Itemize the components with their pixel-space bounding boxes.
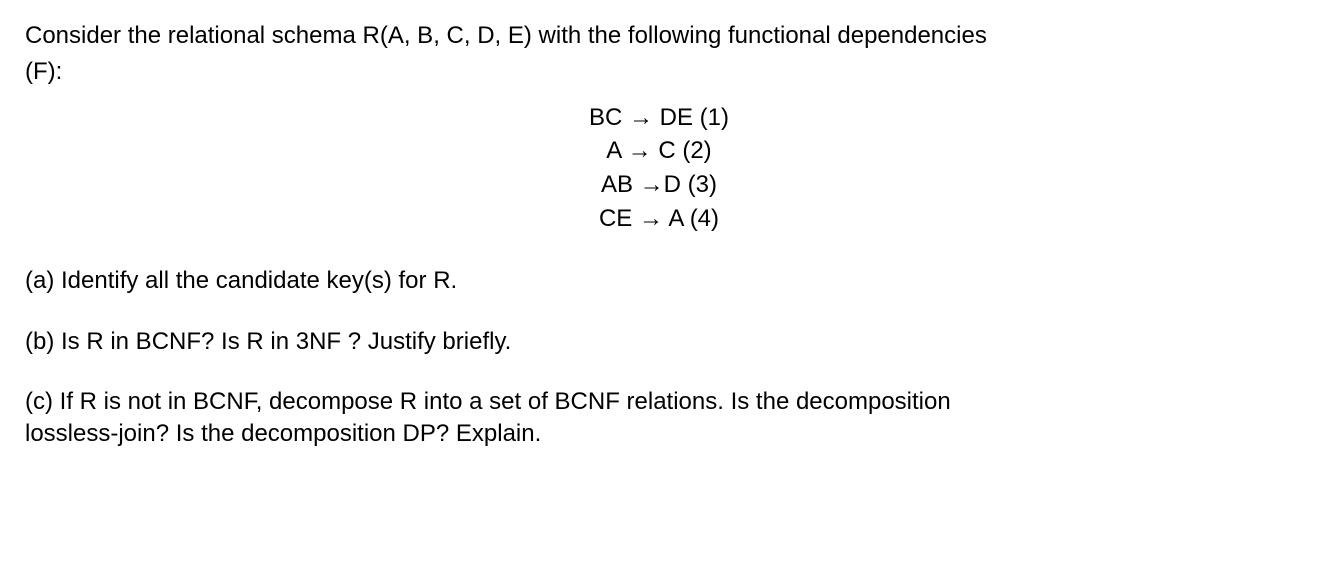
fd-4-lhs: CE	[599, 205, 632, 232]
fd-1: BC → DE (1)	[25, 101, 1293, 135]
functional-dependencies: BC → DE (1) A → C (2) AB →D (3) CE → A (…	[25, 101, 1293, 235]
fd-3: AB →D (3)	[25, 168, 1293, 202]
fd-2-rhs: C	[658, 137, 675, 164]
arrow-icon: →	[629, 101, 653, 135]
fd-4-num: (4)	[690, 205, 719, 232]
question-c-line-2: lossless-join? Is the decomposition DP? …	[25, 418, 1293, 450]
fd-1-num: (1)	[700, 104, 729, 131]
fd-3-lhs: AB	[601, 171, 633, 198]
fd-3-rhs: D	[664, 171, 681, 198]
intro-line-1: Consider the relational schema R(A, B, C…	[25, 20, 1293, 52]
question-c-line-1: (c) If R is not in BCNF, decompose R int…	[25, 386, 1293, 418]
intro-line-2: (F):	[25, 56, 1293, 88]
fd-1-rhs: DE	[660, 104, 693, 131]
fd-3-num: (3)	[688, 171, 717, 198]
question-b: (b) Is R in BCNF? Is R in 3NF ? Justify …	[25, 326, 1293, 358]
fd-2: A → C (2)	[25, 134, 1293, 168]
arrow-icon: →	[639, 202, 663, 236]
arrow-icon: →	[628, 134, 652, 168]
fd-2-num: (2)	[682, 137, 711, 164]
question-a: (a) Identify all the candidate key(s) fo…	[25, 265, 1293, 297]
fd-4: CE → A (4)	[25, 202, 1293, 236]
fd-1-lhs: BC	[589, 104, 622, 131]
fd-4-rhs: A	[668, 205, 683, 232]
question-c: (c) If R is not in BCNF, decompose R int…	[25, 386, 1293, 451]
fd-2-lhs: A	[606, 137, 621, 164]
arrow-icon: →	[640, 168, 664, 202]
